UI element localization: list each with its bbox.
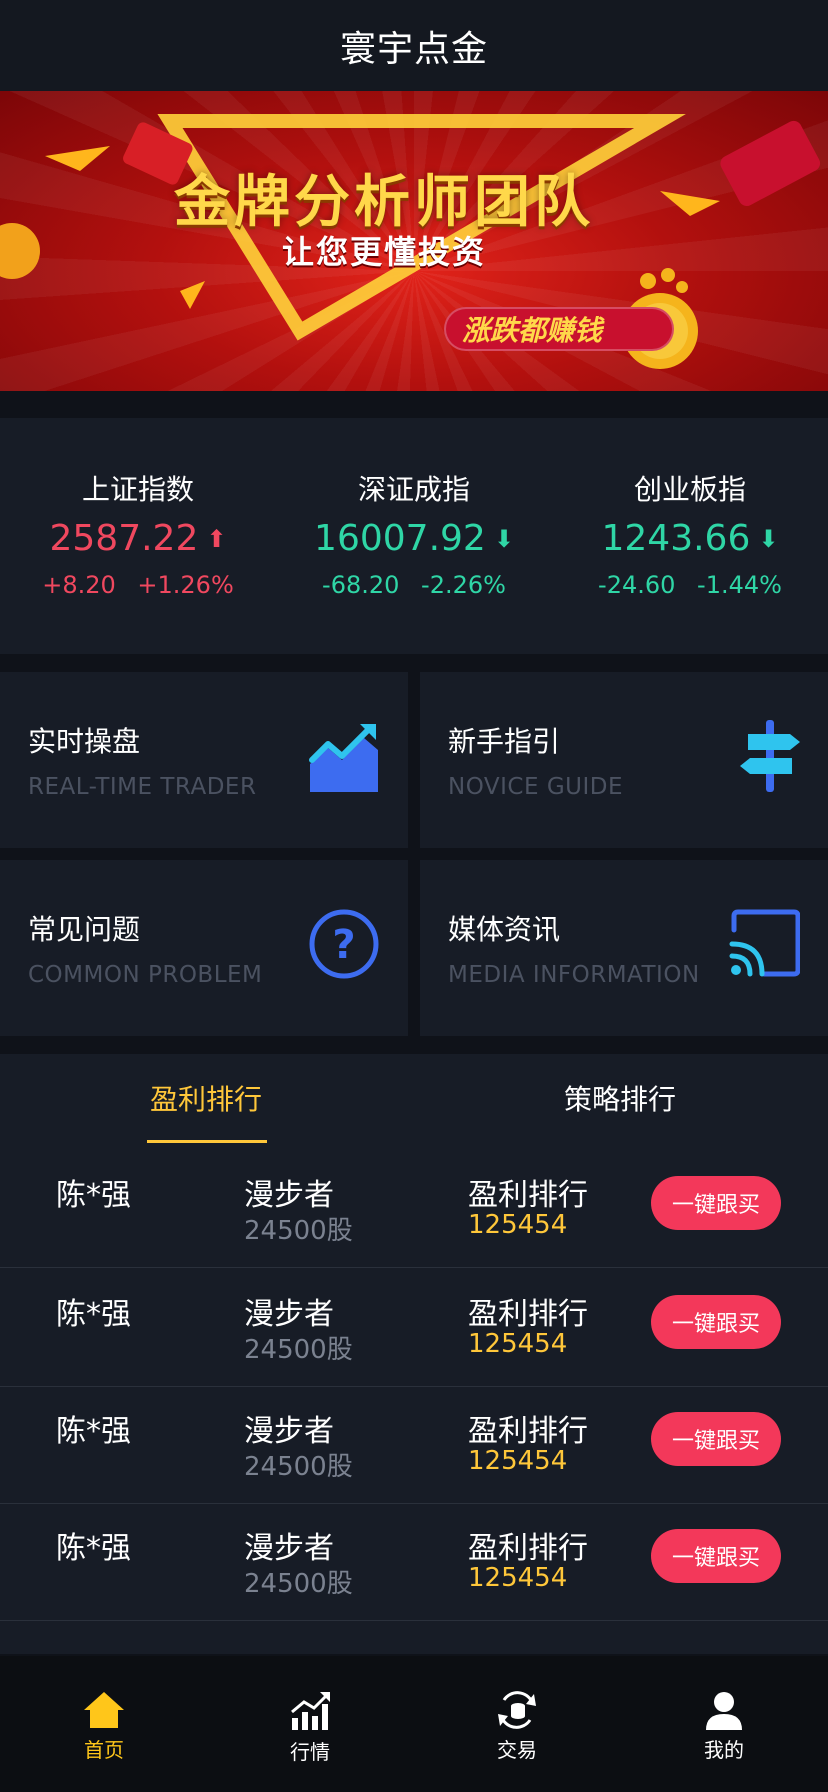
index-value-row: 1243.66 ⬇ — [552, 518, 828, 559]
index-change-value: +8.20 — [42, 571, 116, 599]
follow-buy-button[interactable]: 一键跟买 — [651, 1295, 781, 1349]
row-nickname: 漫步者 — [244, 1178, 334, 1213]
feature-title: 常见问题 — [28, 913, 141, 946]
index-change-percent: +1.26% — [137, 571, 234, 599]
row-value: 125454 — [468, 1210, 568, 1240]
ranking-panel: 盈利排行 策略排行 陈*强 漫步者 24500股 盈利排行 125454 一键跟… — [0, 1054, 828, 1654]
index-change-percent: -1.44% — [697, 571, 782, 599]
feature-card-common-problem[interactable]: 常见问题 COMMON PROBLEM ? — [0, 860, 408, 1036]
feature-title: 实时操盘 — [28, 725, 141, 758]
index-change: +8.20 +1.26% — [0, 571, 276, 599]
trend-chart-icon — [309, 724, 378, 792]
index-change: -68.20 -2.26% — [276, 571, 552, 599]
ranking-row: 陈*强 漫步者 24500股 盈利排行 125454 一键跟买 — [0, 1503, 828, 1621]
tabbar-label: 行情 — [290, 1740, 330, 1764]
row-user: 陈*强 — [56, 1414, 131, 1449]
tabbar-label: 我的 — [704, 1738, 744, 1762]
feature-subtitle: NOVICE GUIDE — [448, 774, 624, 800]
follow-buy-button[interactable]: 一键跟买 — [651, 1176, 781, 1230]
market-indices: 上证指数 2587.22 ⬆ +8.20 +1.26% 深证成指 16007.9… — [0, 418, 828, 654]
row-label: 盈利排行 — [468, 1297, 588, 1332]
row-nickname: 漫步者 — [244, 1414, 334, 1449]
banner-headline: 金牌分析师团队 — [174, 170, 594, 235]
banner-subline: 让您更懂投资 — [281, 233, 486, 271]
market-chart-icon — [291, 1692, 330, 1730]
page-title: 寰宇点金 — [339, 28, 488, 70]
row-user: 陈*强 — [56, 1178, 131, 1213]
index-change-value: -24.60 — [598, 571, 676, 599]
index-value-row: 2587.22 ⬆ — [0, 518, 276, 559]
index-change-value: -68.20 — [322, 571, 400, 599]
row-value: 125454 — [468, 1329, 568, 1359]
tabbar-label: 首页 — [84, 1738, 124, 1762]
tabbar-item-trade[interactable]: 交易 — [457, 1690, 577, 1763]
index-shanghai[interactable]: 上证指数 2587.22 ⬆ +8.20 +1.26% — [0, 468, 276, 599]
index-change-percent: -2.26% — [421, 571, 506, 599]
index-value: 1243.66 — [601, 518, 751, 559]
follow-buy-button[interactable]: 一键跟买 — [651, 1412, 781, 1466]
feature-title: 媒体资讯 — [448, 913, 561, 946]
index-name: 创业板指 — [633, 473, 746, 506]
bottom-tabbar: 首页 行情 交易 我的 — [0, 1656, 828, 1792]
row-user: 陈*强 — [56, 1297, 131, 1332]
row-nickname: 漫步者 — [244, 1297, 334, 1332]
index-shenzhen[interactable]: 深证成指 16007.92 ⬇ -68.20 -2.26% — [276, 468, 552, 599]
follow-buy-button[interactable]: 一键跟买 — [651, 1529, 781, 1583]
row-shares: 24500股 — [244, 1216, 353, 1246]
svg-text:?: ? — [332, 922, 355, 968]
trade-icon — [498, 1691, 536, 1729]
signpost-icon — [740, 720, 800, 792]
ranking-tabs: 盈利排行 策略排行 — [0, 1054, 828, 1144]
home-icon — [84, 1692, 124, 1728]
arrow-down-icon: ⬇ — [493, 524, 514, 553]
index-change: -24.60 -1.44% — [552, 571, 828, 599]
arrow-up-icon: ⬆ — [206, 524, 227, 553]
row-value: 125454 — [468, 1446, 568, 1476]
row-label: 盈利排行 — [468, 1178, 588, 1213]
tab-profit-ranking[interactable]: 盈利排行 — [150, 1078, 262, 1118]
feature-card-media-information[interactable]: 媒体资讯 MEDIA INFORMATION — [420, 860, 828, 1036]
row-nickname: 漫步者 — [244, 1531, 334, 1566]
ranking-row: 陈*强 漫步者 24500股 盈利排行 125454 一键跟买 — [0, 1150, 828, 1268]
row-value: 125454 — [468, 1563, 568, 1593]
index-value: 2587.22 — [49, 518, 199, 559]
app-header: 寰宇点金 — [0, 0, 828, 91]
feature-card-realtime-trader[interactable]: 实时操盘 REAL-TIME TRADER — [0, 672, 408, 848]
row-shares: 24500股 — [244, 1452, 353, 1482]
cast-icon — [729, 909, 800, 977]
row-user: 陈*强 — [56, 1531, 131, 1566]
feature-subtitle: MEDIA INFORMATION — [448, 962, 700, 988]
index-chinext[interactable]: 创业板指 1243.66 ⬇ -24.60 -1.44% — [552, 468, 828, 599]
feature-card-novice-guide[interactable]: 新手指引 NOVICE GUIDE — [420, 672, 828, 848]
question-icon: ? — [309, 909, 379, 979]
index-value-row: 16007.92 ⬇ — [276, 518, 552, 559]
feature-subtitle: REAL-TIME TRADER — [28, 774, 257, 800]
tabbar-item-home[interactable]: 首页 — [44, 1690, 164, 1763]
feature-subtitle: COMMON PROBLEM — [28, 962, 263, 988]
index-value: 16007.92 — [314, 518, 486, 559]
tabbar-item-mine[interactable]: 我的 — [664, 1690, 784, 1763]
feature-title: 新手指引 — [448, 725, 561, 758]
promo-banner[interactable]: ¥ 金牌分析师团队 让您更懂投资 涨跌都赚钱 — [0, 91, 828, 391]
active-tab-indicator — [147, 1140, 267, 1143]
row-shares: 24500股 — [244, 1335, 353, 1365]
index-name: 上证指数 — [81, 473, 194, 506]
row-label: 盈利排行 — [468, 1531, 588, 1566]
user-icon — [706, 1692, 742, 1730]
row-shares: 24500股 — [244, 1569, 353, 1599]
row-label: 盈利排行 — [468, 1414, 588, 1449]
ranking-row: 陈*强 漫步者 24500股 盈利排行 125454 一键跟买 — [0, 1386, 828, 1504]
tabbar-item-market[interactable]: 行情 — [250, 1690, 370, 1765]
tab-strategy-ranking[interactable]: 策略排行 — [564, 1078, 676, 1118]
tabbar-label: 交易 — [497, 1738, 537, 1762]
ranking-row: 陈*强 漫步者 24500股 盈利排行 125454 一键跟买 — [0, 1269, 828, 1387]
banner-pill: 涨跌都赚钱 — [444, 307, 674, 351]
index-name: 深证成指 — [357, 473, 470, 506]
arrow-down-icon: ⬇ — [758, 524, 779, 553]
